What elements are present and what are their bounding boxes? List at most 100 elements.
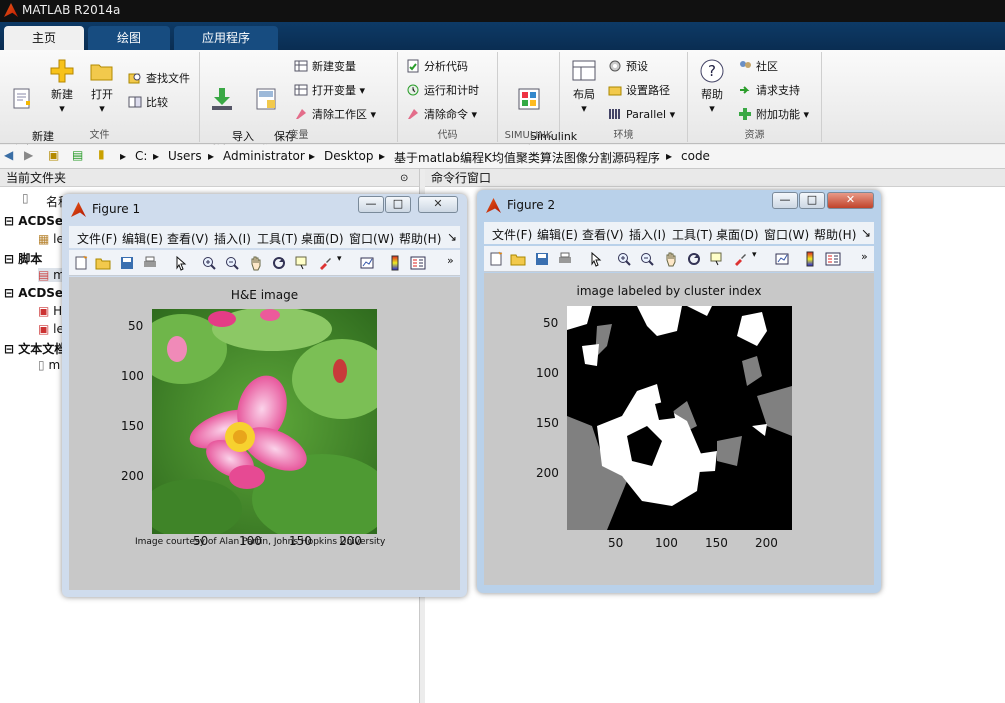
crumb-desktop[interactable]: Desktop [324, 149, 374, 163]
pan-hand-icon[interactable] [663, 251, 679, 267]
menu-overflow-icon[interactable]: ↘ [861, 226, 871, 240]
link-plot-icon[interactable] [774, 251, 790, 267]
crumb-users[interactable]: Users [168, 149, 202, 163]
zoom-out-icon[interactable] [639, 251, 655, 267]
tree-group-text-docs[interactable]: ⊟ 文本文档 [4, 340, 66, 357]
clear-commands-button[interactable]: 清除命令 ▾ [406, 106, 477, 124]
print-icon[interactable] [142, 255, 158, 271]
forward-arrow-icon[interactable]: ▶ [24, 148, 33, 162]
list-item[interactable]: ▣ le [38, 322, 64, 336]
maximize-button[interactable]: □ [385, 196, 411, 213]
layout-button[interactable]: 布局 ▾ [566, 58, 602, 116]
crumb-administrator[interactable]: Administrator [223, 149, 305, 163]
panel-menu-icon[interactable]: ⊙ [400, 170, 408, 188]
menu-tools[interactable]: 工具(T) [672, 226, 713, 243]
open-button[interactable]: 打开 ▾ [84, 58, 120, 116]
rotate-3d-icon[interactable] [686, 251, 702, 267]
he-image-lotus[interactable] [152, 309, 377, 534]
zoom-in-icon[interactable] [616, 251, 632, 267]
community-button[interactable]: 社区 [738, 58, 778, 76]
print-icon[interactable] [557, 251, 573, 267]
menu-insert[interactable]: 插入(I) [629, 226, 666, 243]
crumb-project[interactable]: 基于matlab编程K均值聚类算法图像分割源码程序 [394, 149, 660, 166]
save-icon[interactable] [534, 251, 550, 267]
toolbar-overflow-icon[interactable]: » [861, 250, 868, 263]
data-cursor-icon[interactable] [709, 251, 725, 267]
tree-group-scripts[interactable]: ⊟ 脚本 [4, 250, 42, 267]
menu-help[interactable]: 帮助(H) [399, 230, 441, 247]
tab-plots[interactable]: 绘图 [88, 26, 170, 50]
command-window-title: 命令行窗口 [425, 169, 1005, 187]
close-button[interactable]: ✕ [418, 196, 458, 213]
menu-desktop[interactable]: 桌面(D) [716, 226, 759, 243]
tab-apps[interactable]: 应用程序 [174, 26, 278, 50]
legend-icon[interactable] [410, 255, 426, 271]
legend-icon[interactable] [825, 251, 841, 267]
menu-view[interactable]: 查看(V) [167, 230, 209, 247]
menu-tools[interactable]: 工具(T) [257, 230, 298, 247]
set-path-button[interactable]: 设置路径 [608, 82, 670, 100]
analyze-code-button[interactable]: 分析代码 [406, 58, 468, 76]
figure2-window[interactable]: Figure 2 — □ ✕ 文件(F) 编辑(E) 查看(V) 插入(I) 工… [477, 190, 881, 593]
menu-window[interactable]: 窗口(W) [764, 226, 809, 243]
rotate-3d-icon[interactable] [271, 255, 287, 271]
list-item[interactable]: ▯ m [38, 358, 60, 372]
crumb-c[interactable]: C: [135, 149, 147, 163]
list-item[interactable]: ▦ le [38, 232, 64, 246]
menu-overflow-icon[interactable]: ↘ [447, 230, 457, 244]
zoom-out-icon[interactable] [224, 255, 240, 271]
menu-file[interactable]: 文件(F) [492, 226, 532, 243]
browse-folder-icon[interactable]: ▤ [72, 148, 83, 162]
up-folder-icon[interactable]: ▣ [48, 148, 59, 162]
pan-hand-icon[interactable] [248, 255, 264, 271]
help-button[interactable]: ? 帮助 ▾ [694, 58, 730, 116]
new-button[interactable]: 新建 ▾ [44, 58, 80, 116]
open-file-icon[interactable] [510, 251, 526, 267]
close-button[interactable]: ✕ [827, 192, 874, 209]
parallel-button[interactable]: Parallel ▾ [608, 106, 675, 124]
save-icon[interactable] [119, 255, 135, 271]
menu-insert[interactable]: 插入(I) [214, 230, 251, 247]
menu-file[interactable]: 文件(F) [77, 230, 117, 247]
colorbar-icon[interactable] [387, 255, 403, 271]
new-figure-icon[interactable] [488, 251, 504, 267]
pointer-icon[interactable] [173, 255, 189, 271]
menu-view[interactable]: 查看(V) [582, 226, 624, 243]
new-figure-icon[interactable] [73, 255, 89, 271]
menu-help[interactable]: 帮助(H) [814, 226, 856, 243]
chevron-down-icon[interactable]: ▾ [752, 250, 757, 260]
menu-edit[interactable]: 编辑(E) [537, 226, 578, 243]
list-item[interactable]: ▤ m [38, 268, 65, 282]
chevron-down-icon[interactable]: ▾ [337, 254, 342, 264]
figure1-window[interactable]: Figure 1 — □ ✕ 文件(F) 编辑(E) 查看(V) 插入(I) 工… [62, 194, 467, 597]
cluster-index-image[interactable] [567, 306, 792, 530]
link-plot-icon[interactable] [359, 255, 375, 271]
compare-button[interactable]: 比较 [128, 94, 168, 112]
list-item[interactable]: ▣ H [38, 304, 62, 318]
colorbar-icon[interactable] [802, 251, 818, 267]
zoom-in-icon[interactable] [201, 255, 217, 271]
open-variable-button[interactable]: 打开变量 ▾ [294, 82, 365, 100]
new-variable-button[interactable]: 新建变量 [294, 58, 356, 76]
tab-home[interactable]: 主页 [4, 26, 84, 50]
menu-window[interactable]: 窗口(W) [349, 230, 394, 247]
maximize-button[interactable]: □ [799, 192, 825, 209]
clear-workspace-button[interactable]: 清除工作区 ▾ [294, 106, 376, 124]
find-files-button[interactable]: 查找文件 [128, 70, 190, 88]
preferences-button[interactable]: 预设 [608, 58, 648, 76]
pointer-icon[interactable] [588, 251, 604, 267]
back-arrow-icon[interactable]: ◀ [4, 148, 13, 162]
open-file-icon[interactable] [95, 255, 111, 271]
add-ons-button[interactable]: 附加功能 ▾ [738, 106, 809, 124]
toolbar-overflow-icon[interactable]: » [447, 254, 454, 267]
minimize-button[interactable]: — [772, 192, 798, 209]
brush-icon[interactable] [317, 255, 333, 271]
request-support-button[interactable]: 请求支持 [738, 82, 800, 100]
minimize-button[interactable]: — [358, 196, 384, 213]
brush-icon[interactable] [732, 251, 748, 267]
crumb-code[interactable]: code [681, 149, 710, 163]
menu-desktop[interactable]: 桌面(D) [301, 230, 344, 247]
run-and-time-button[interactable]: 运行和计时 [406, 82, 479, 100]
menu-edit[interactable]: 编辑(E) [122, 230, 163, 247]
data-cursor-icon[interactable] [294, 255, 310, 271]
